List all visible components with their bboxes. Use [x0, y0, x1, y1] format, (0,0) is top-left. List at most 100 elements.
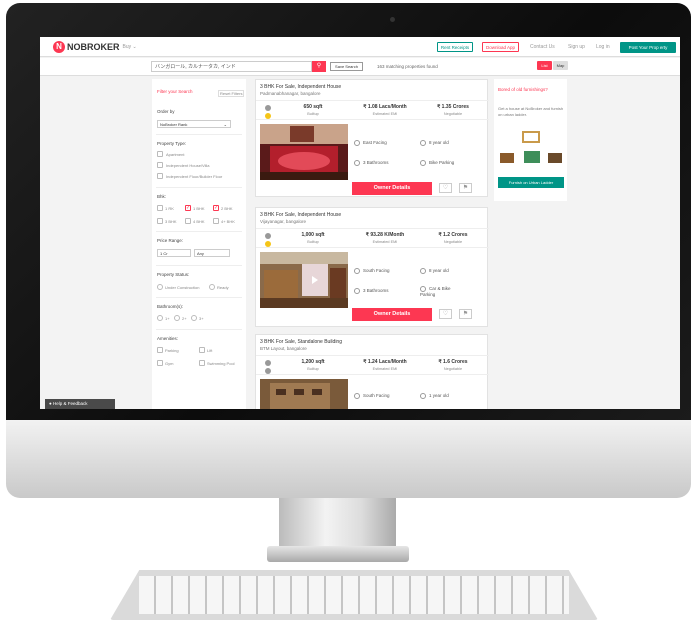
- bathroom-3-radio[interactable]: [191, 315, 197, 321]
- nobroker-logo[interactable]: N NOBROKER Buy ⌄: [53, 41, 137, 53]
- bhk-1rk-checkbox[interactable]: [157, 205, 163, 211]
- bathroom-2-radio[interactable]: [174, 315, 180, 321]
- listing-title[interactable]: 3 BHK For Sale, Standalone Building: [260, 339, 342, 345]
- tab-list[interactable]: List: [537, 61, 552, 70]
- status-option-label: Ready: [217, 285, 229, 290]
- bhk-option-label: 4+ BHK: [221, 219, 235, 224]
- property-type-apartment-checkbox[interactable]: [157, 151, 163, 157]
- property-type-label: Property Type:: [157, 141, 187, 146]
- stat-area: 1,200 sqft Builtup: [301, 359, 325, 371]
- divider: [156, 297, 242, 298]
- divider: [156, 231, 242, 232]
- tab-map[interactable]: Map: [553, 61, 568, 70]
- price-min-select[interactable]: 1 Cr: [157, 249, 191, 257]
- amenity-lift-checkbox[interactable]: [199, 347, 205, 353]
- buy-dropdown[interactable]: Buy ⌄: [123, 44, 137, 50]
- stat-price: ₹ 1.2 Crores Negotiable: [438, 232, 468, 244]
- listing-locality: BTM Layout, bangalore: [260, 346, 307, 351]
- calendar-icon: [420, 268, 426, 274]
- search-input[interactable]: バンガロール, カルナータカ, インド: [151, 61, 312, 72]
- amenity-gym-checkbox[interactable]: [157, 360, 163, 366]
- property-type-label-item: Independent Floor/Builder Floor: [166, 174, 223, 179]
- listing-photo[interactable]: [260, 252, 348, 308]
- feature-facing: South Facing: [354, 268, 390, 274]
- owner-details-button[interactable]: Owner Details: [352, 308, 432, 321]
- price-max-select[interactable]: Any: [194, 249, 230, 257]
- feature-facing: East Facing: [354, 140, 387, 146]
- contact-us-link[interactable]: Contact Us: [530, 42, 555, 52]
- listing-card[interactable]: 3 BHK For Sale, Independent House Vijaya…: [255, 207, 489, 327]
- furnish-urban-ladder-button[interactable]: Furnish on Urban Ladder: [498, 177, 564, 188]
- divider: [156, 187, 242, 188]
- bhk-option-label: 1 BHK: [193, 206, 205, 211]
- feature-bathrooms: 3 Bathrooms: [354, 160, 389, 166]
- filter-sidebar: Filter your Search Reset Filters Order b…: [152, 79, 246, 409]
- monitor-stand-base: [267, 546, 409, 562]
- reset-filters-button[interactable]: Reset Filters: [218, 90, 245, 97]
- bhk-1bhk-checkbox[interactable]: ✓: [185, 205, 191, 211]
- owner-details-button[interactable]: Owner Details: [352, 182, 432, 195]
- report-button[interactable]: ⚑: [459, 309, 472, 319]
- sign-up-link[interactable]: Sign up: [568, 42, 585, 52]
- favorite-button[interactable]: ♡: [439, 183, 452, 193]
- search-button[interactable]: ⚲: [312, 61, 326, 72]
- property-type-label-item: Apartment: [166, 152, 185, 157]
- top-navbar: N NOBROKER Buy ⌄ Rent Receipts Download …: [40, 37, 680, 57]
- listing-stats: 1,200 sqft Builtup ₹ 1.24 Lacs/Month Estim…: [256, 355, 489, 375]
- amenity-pool-checkbox[interactable]: [199, 360, 205, 366]
- divider: [156, 134, 242, 135]
- bhk-4bhk-checkbox[interactable]: [185, 218, 191, 224]
- bhk-3bhk-checkbox[interactable]: [157, 218, 163, 224]
- save-search-button[interactable]: Save Search: [330, 62, 363, 71]
- furniture-illustration: [500, 131, 562, 163]
- stat-area: 650 sqft Builtup: [303, 104, 323, 116]
- stat-emi: ₹ 93.28 K/Month Estimated EMI: [365, 232, 405, 244]
- amenity-label: Parking: [165, 348, 179, 353]
- listing-photo[interactable]: [260, 124, 348, 180]
- bhk-option-label: 1 RK: [165, 206, 174, 211]
- favorite-button[interactable]: ♡: [439, 309, 452, 319]
- listing-title[interactable]: 3 BHK For Sale, Independent House: [260, 212, 341, 218]
- order-by-select[interactable]: NoBroker Rank ⌄: [157, 120, 231, 128]
- property-type-house-checkbox[interactable]: [157, 162, 163, 168]
- bhk-2bhk-checkbox[interactable]: ✓: [213, 205, 219, 211]
- compass-icon: [354, 268, 360, 274]
- report-button[interactable]: ⚑: [459, 183, 472, 193]
- monitor-chin: [6, 420, 691, 498]
- listing-locality: Vijayanagar, bangalore: [260, 219, 306, 224]
- listing-stats: 650 sqft Builtup ₹ 1.08 Lacs/Month Estimat…: [256, 100, 489, 120]
- info-icon: [265, 360, 271, 366]
- property-type-floor-checkbox[interactable]: [157, 173, 163, 179]
- price-range-label: Price Range:: [157, 238, 184, 243]
- bhk-option-label: 2 BHK: [221, 206, 233, 211]
- amenity-parking-checkbox[interactable]: [157, 347, 163, 353]
- order-by-label: Order by: [157, 109, 175, 114]
- star-icon: [265, 368, 271, 374]
- promo-panel: Bored of old furnishings? Get a house at…: [494, 79, 567, 201]
- help-feedback-button[interactable]: ● Help & Feedback: [45, 399, 115, 409]
- listing-card[interactable]: 3 BHK For Sale, Standalone Building BTM …: [255, 334, 489, 409]
- compass-icon: [354, 393, 360, 399]
- calendar-icon: [420, 140, 426, 146]
- stat-area: 1,000 sqft Builtup: [301, 232, 325, 244]
- listing-card[interactable]: 3 BHK For Sale, Independent House Padman…: [255, 79, 489, 197]
- listing-title[interactable]: 3 BHK For Sale, Independent House: [260, 84, 341, 90]
- bathroom-label: Bathroom(s):: [157, 304, 184, 309]
- feature-bathrooms: 3 Bathrooms: [354, 288, 389, 294]
- bathroom-1-radio[interactable]: [157, 315, 163, 321]
- amenities-label: Amenities:: [157, 336, 179, 341]
- rent-receipts-button[interactable]: Rent Receipts: [437, 42, 473, 52]
- search-icon: ⚲: [316, 63, 322, 69]
- bhk-4plus-checkbox[interactable]: [213, 218, 219, 224]
- status-ready-radio[interactable]: [209, 284, 215, 290]
- listing-photo[interactable]: [260, 379, 348, 409]
- info-icon: [265, 233, 271, 239]
- bathroom-option-label: 3+: [199, 316, 204, 321]
- status-under-construction-radio[interactable]: [157, 284, 163, 290]
- feature-age: 8 year old: [420, 268, 449, 274]
- download-app-button[interactable]: Download App: [482, 42, 519, 52]
- log-in-link[interactable]: Log in: [596, 42, 610, 52]
- promo-title: Bored of old furnishings?: [498, 87, 548, 92]
- post-property-button[interactable]: Post Your Prop erty: [620, 42, 676, 53]
- stat-price: ₹ 1.35 Crores Negotiable: [437, 104, 469, 116]
